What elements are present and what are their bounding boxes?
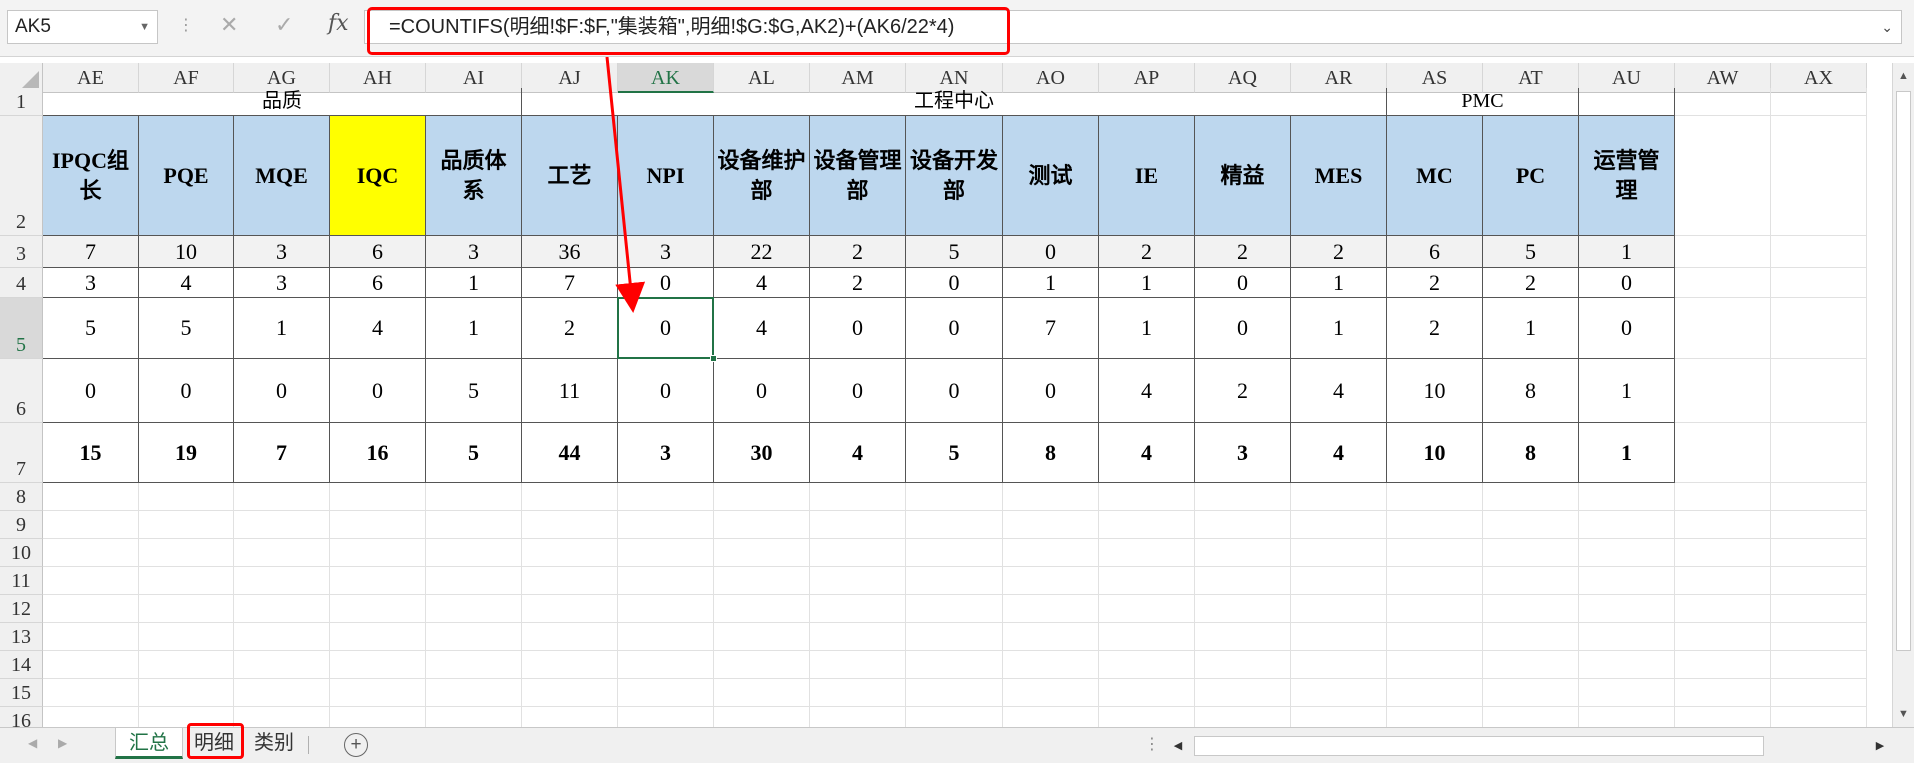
cancel-icon[interactable]: ✕ (220, 12, 238, 38)
arrow-line (605, 57, 646, 313)
horizontal-scrollbar[interactable]: ◀ ▶ (1168, 734, 1890, 758)
name-box-value: AK5 (15, 16, 51, 37)
spreadsheet-grid[interactable]: AE AF AG AH AI AJ AK AL AM AN AO AP AQ AR AS AT AU AW AX 1… (0, 57, 1914, 727)
prev-sheet-icon[interactable]: ◀ (28, 736, 37, 750)
add-sheet-icon[interactable]: + (344, 733, 368, 757)
scroll-down-icon[interactable]: ▼ (1893, 703, 1914, 725)
expand-formula-icon[interactable]: ⌄ (1881, 11, 1893, 43)
sheet-tab-summary[interactable]: 汇总 (115, 728, 183, 759)
more-options-icon[interactable]: ⋮ (178, 18, 194, 34)
scroll-thumb[interactable] (1896, 91, 1911, 651)
chevron-down-icon[interactable]: ▼ (139, 11, 150, 43)
tab-annotation-box (187, 723, 244, 759)
tab-divider (308, 736, 309, 754)
formula-bar: AK5 ▼ ⋮ ✕ ✓ fx =COUNTIFS(明细!$F:$F,"集装箱",… (0, 0, 1914, 57)
scroll-right-icon[interactable]: ▶ (1870, 734, 1890, 758)
annotation-arrow (605, 57, 646, 313)
scroll-up-icon[interactable]: ▲ (1893, 65, 1914, 87)
scroll-left-icon[interactable]: ◀ (1168, 734, 1188, 758)
hscroll-thumb[interactable] (1194, 736, 1764, 756)
sheet-tabs-bar: ◀ ▶ 汇总 明细 类别 + ⋮ ◀ ▶ (0, 727, 1914, 763)
enter-icon[interactable]: ✓ (275, 12, 293, 38)
insert-function-icon[interactable]: fx (328, 11, 349, 36)
formula-annotation-box (367, 7, 1010, 55)
name-box[interactable]: AK5 ▼ (7, 10, 158, 44)
vertical-scrollbar[interactable]: ▲ ▼ (1892, 63, 1914, 727)
more-icon[interactable]: ⋮ (1144, 734, 1160, 754)
next-sheet-icon[interactable]: ▶ (58, 736, 67, 750)
sheet-tab-category[interactable]: 类别 (246, 728, 302, 759)
